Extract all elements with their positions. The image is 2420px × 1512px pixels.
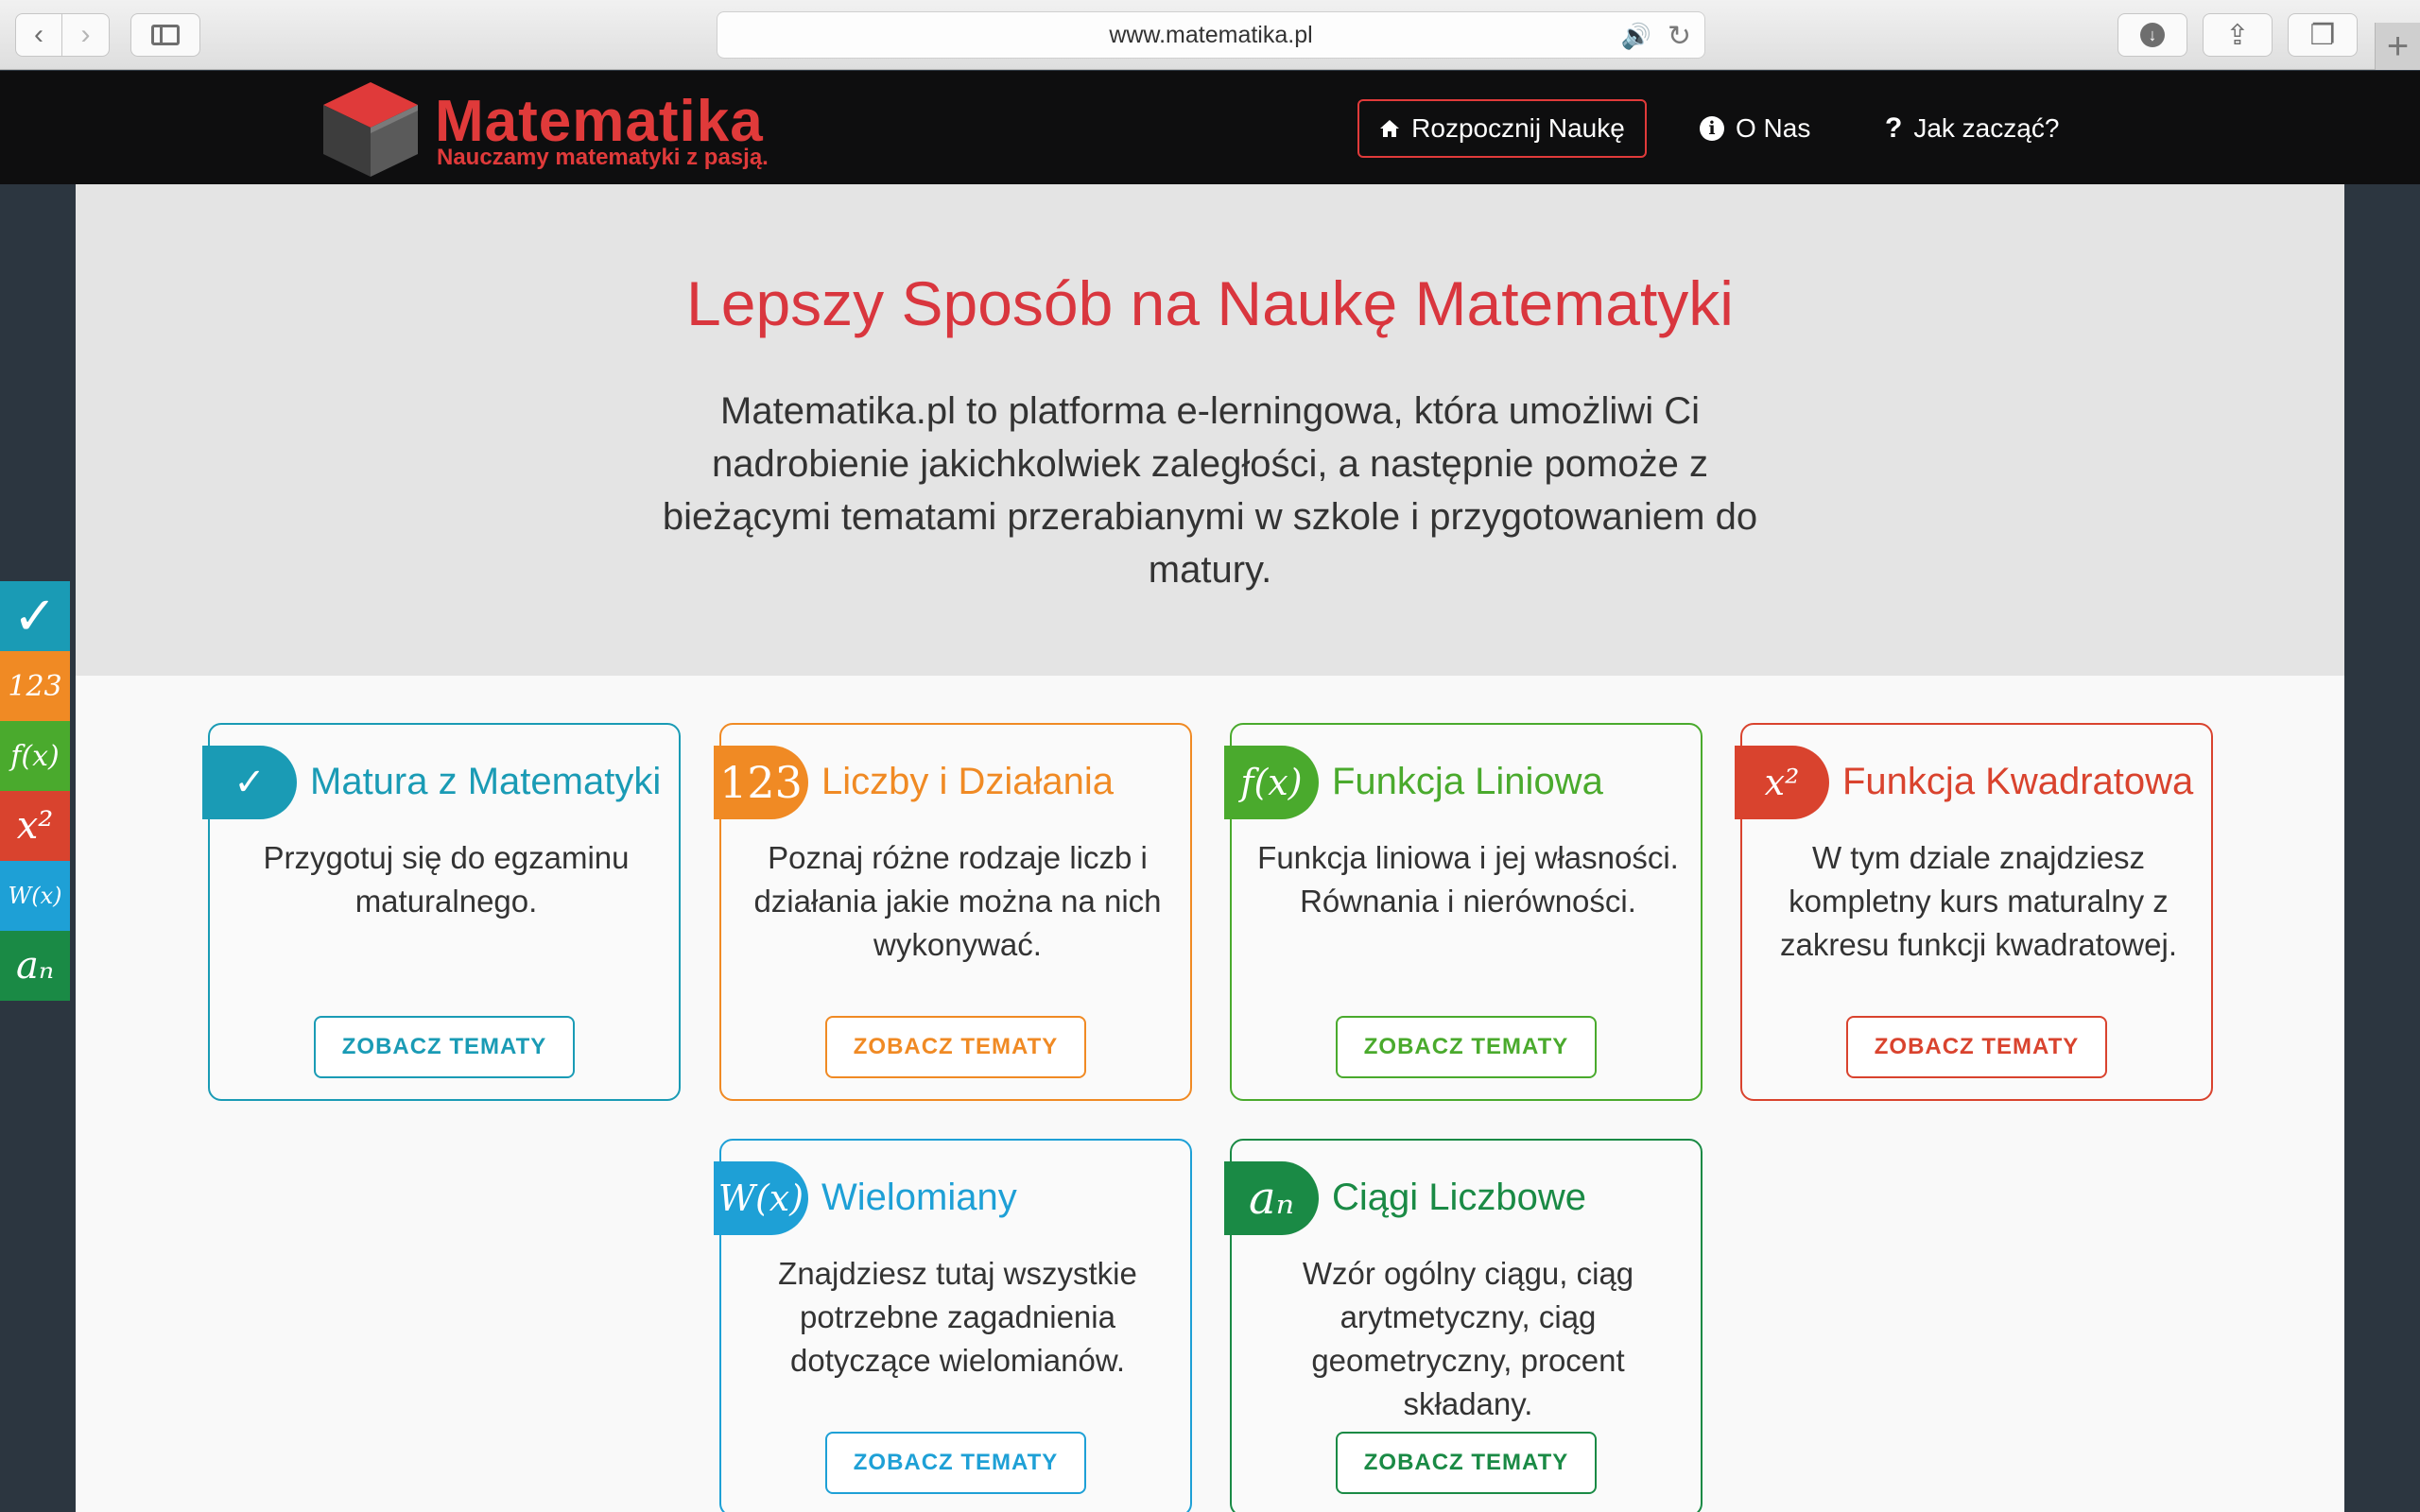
side-tab-ciagi[interactable]: aₙ — [0, 931, 70, 1001]
nav-label: Jak zacząć? — [1913, 113, 2060, 143]
side-tab-wielomiany[interactable]: W(x) — [0, 861, 70, 931]
sidebar-icon — [151, 25, 180, 45]
sidebar-toggle-button[interactable] — [130, 13, 200, 57]
card-title[interactable]: Matura z Matematyki — [310, 738, 669, 825]
see-topics-button[interactable]: ZOBACZ TEMATY — [314, 1016, 575, 1078]
share-icon: ⇪ — [2225, 19, 2250, 51]
see-topics-button[interactable]: ZOBACZ TEMATY — [1336, 1016, 1597, 1078]
card-description: Poznaj różne rodzaje liczb i działania j… — [753, 840, 1162, 962]
history-buttons: ‹ › — [15, 13, 110, 57]
topic-card-liczby: 123 Liczby i Działania Poznaj różne rodzaj… — [714, 723, 1192, 1101]
topic-badge-icon: ✓ — [202, 746, 297, 819]
question-icon: ? — [1885, 112, 1903, 144]
address-bar[interactable]: www.matematika.pl 🔊 ↻ — [717, 11, 1705, 59]
topic-card-matura: ✓ Matura z Matematyki Przygotuj się do egz… — [202, 723, 681, 1101]
nav-jak-zaczac[interactable]: ? Jak zacząć? — [1885, 99, 2059, 158]
see-topics-button[interactable]: ZOBACZ TEMATY — [1336, 1432, 1597, 1494]
card-title[interactable]: Wielomiany — [821, 1154, 1181, 1241]
topic-badge-icon: aₙ — [1224, 1161, 1319, 1235]
hero-section: Lepszy Sposób na Naukę Matematyki Matema… — [76, 184, 2344, 676]
card-title[interactable]: Funkcja Kwadratowa — [1842, 738, 2202, 825]
chevron-left-icon: ‹ — [34, 19, 43, 50]
side-tab-funkcja-kwadratowa[interactable]: x² — [0, 791, 70, 861]
share-button[interactable]: ⇪ — [2203, 13, 2273, 57]
logo-tagline: Nauczamy matematyki z pasją. — [437, 145, 769, 170]
topic-badge-icon: 123 — [714, 746, 808, 819]
side-tab-matura[interactable]: ✓ — [0, 581, 70, 651]
site-header: Matematika Nauczamy matematyki z pasją. … — [0, 71, 2420, 184]
topic-badge-icon: f(x) — [1224, 746, 1319, 819]
side-topic-tabs: ✓ 123 f(x) x² W(x) aₙ — [0, 581, 70, 1001]
topic-card-wielomiany: W(x) Wielomiany Znajdziesz tutaj wszystkie… — [714, 1139, 1192, 1512]
download-icon: ↓ — [2140, 23, 2165, 47]
home-icon — [1379, 118, 1400, 139]
info-icon: i — [1700, 116, 1724, 141]
side-tab-liczby[interactable]: 123 — [0, 651, 70, 721]
nav-o-nas[interactable]: i O Nas — [1700, 99, 1810, 158]
nav-label: O Nas — [1736, 113, 1811, 143]
topic-badge-icon: x² — [1735, 746, 1829, 819]
url-text: www.matematika.pl — [1109, 21, 1313, 48]
tab-overview-button[interactable]: ❐ — [2288, 13, 2358, 57]
hero-description: Matematika.pl to platforma e-lerningowa,… — [662, 390, 1758, 591]
see-topics-button[interactable]: ZOBACZ TEMATY — [1846, 1016, 2107, 1078]
side-tab-funkcja-liniowa[interactable]: f(x) — [0, 721, 70, 791]
new-tab-button[interactable]: + — [2375, 23, 2420, 70]
card-description: Funkcja liniowa i jej własności. Równani… — [1257, 840, 1679, 919]
topic-card-ciagi: aₙ Ciągi Liczbowe Wzór ogólny ciągu, ciąg … — [1224, 1139, 1703, 1512]
back-button[interactable]: ‹ — [15, 13, 62, 57]
forward-button[interactable]: › — [62, 13, 110, 57]
card-title[interactable]: Ciągi Liczbowe — [1332, 1154, 1691, 1241]
card-description: W tym dziale znajdziesz kompletny kurs m… — [1779, 840, 2177, 962]
card-description: Wzór ogólny ciągu, ciąg arytmetyczny, ci… — [1302, 1256, 1634, 1421]
card-title[interactable]: Liczby i Działania — [821, 738, 1181, 825]
see-topics-button[interactable]: ZOBACZ TEMATY — [825, 1016, 1086, 1078]
plus-icon: + — [2386, 25, 2410, 67]
main-content: Lepszy Sposób na Naukę Matematyki Matema… — [76, 184, 2344, 1512]
chevron-right-icon: › — [80, 19, 91, 50]
nav-label: Rozpocznij Naukę — [1411, 113, 1625, 143]
reload-icon[interactable]: ↻ — [1668, 20, 1691, 53]
nav-rozpocznij-nauke[interactable]: Rozpocznij Naukę — [1357, 99, 1647, 158]
card-description: Znajdziesz tutaj wszystkie potrzebne zag… — [778, 1256, 1137, 1378]
topic-badge-icon: W(x) — [714, 1161, 808, 1235]
tabs-icon: ❐ — [2309, 19, 2336, 51]
card-title[interactable]: Funkcja Liniowa — [1332, 738, 1691, 825]
speaker-icon[interactable]: 🔊 — [1621, 22, 1651, 51]
hero-title: Lepszy Sposób na Naukę Matematyki — [686, 268, 1734, 338]
cube-logo-icon — [323, 82, 418, 177]
see-topics-button[interactable]: ZOBACZ TEMATY — [825, 1432, 1086, 1494]
browser-toolbar: ‹ › www.matematika.pl 🔊 ↻ ↓ ⇪ ❐ + — [0, 0, 2420, 70]
site-logo[interactable]: Matematika Nauczamy matematyki z pasją. — [320, 77, 811, 180]
topic-card-funkcja-liniowa: f(x) Funkcja Liniowa Funkcja liniowa i jej… — [1224, 723, 1703, 1101]
topic-card-funkcja-kwadratowa: x² Funkcja Kwadratowa W tym dziale znajdzi… — [1735, 723, 2213, 1101]
card-description: Przygotuj się do egzaminu maturalnego. — [263, 840, 630, 919]
downloads-button[interactable]: ↓ — [2118, 13, 2187, 57]
